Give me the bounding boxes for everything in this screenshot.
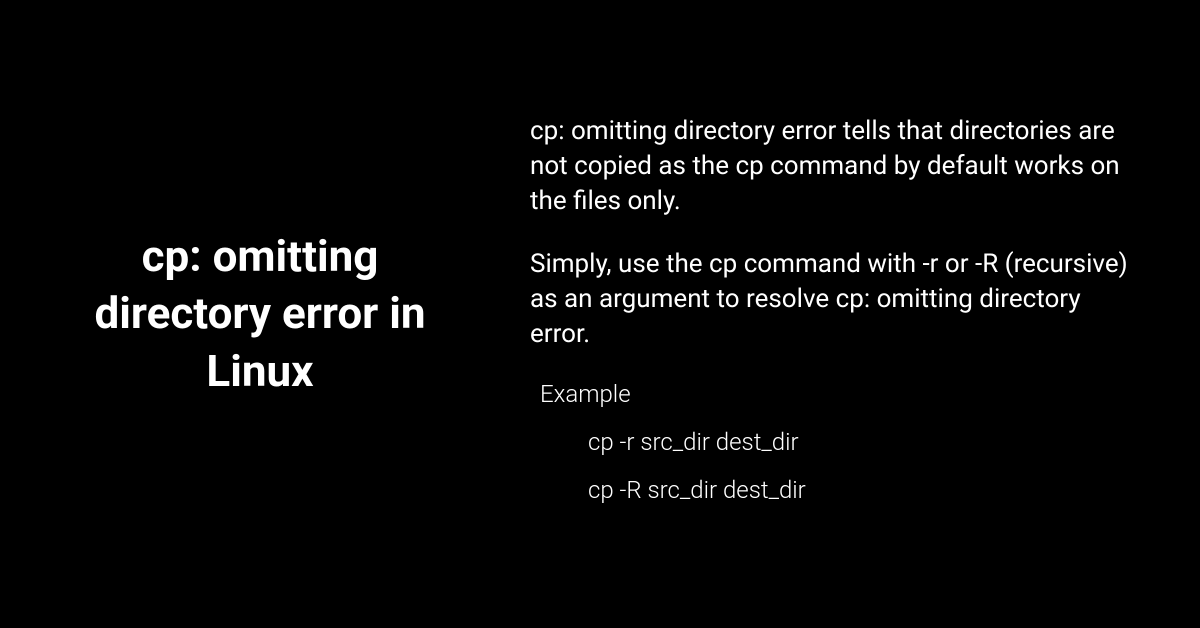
page-title: cp: omitting directory error in Linux [60,228,460,400]
description-paragraph-2: Simply, use the cp command with -r or -R… [530,247,1140,352]
left-column: cp: omitting directory error in Linux [0,228,490,400]
example-label: Example [540,380,1140,408]
example-command-1: cp -r src_dir dest_dir [588,428,1140,456]
description-paragraph-1: cp: omitting directory error tells that … [530,114,1140,219]
example-command-2: cp -R src_dir dest_dir [588,476,1140,504]
right-column: cp: omitting directory error tells that … [490,104,1200,525]
